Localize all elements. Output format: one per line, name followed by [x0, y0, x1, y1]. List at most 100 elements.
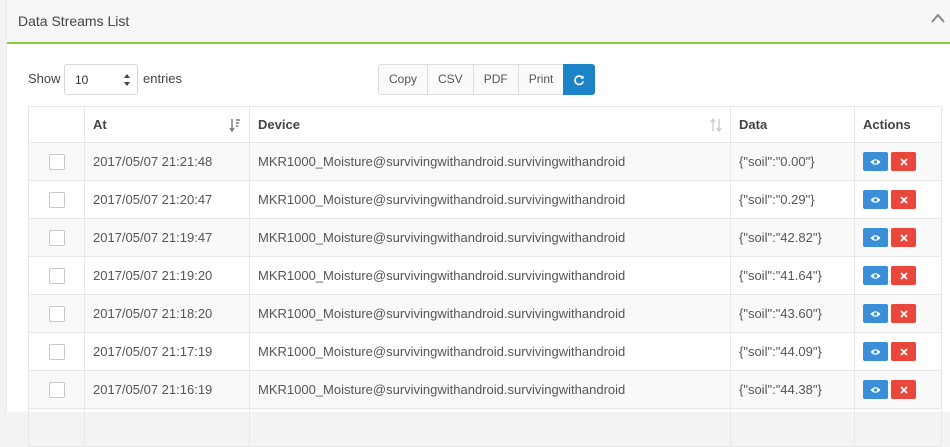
- column-header-at[interactable]: At: [84, 106, 250, 143]
- row-actions: [863, 190, 916, 209]
- panel-title: Data Streams List: [18, 13, 130, 29]
- close-icon: [899, 347, 908, 356]
- chevron-up-icon[interactable]: [931, 13, 945, 23]
- cell-device: MKR1000_Moisture@survivingwithandroid.su…: [249, 370, 731, 409]
- show-label: Show: [28, 71, 61, 86]
- delete-button[interactable]: [891, 228, 916, 247]
- copy-button[interactable]: Copy: [378, 64, 429, 95]
- delete-button[interactable]: [891, 380, 916, 399]
- print-button[interactable]: Print: [517, 64, 565, 95]
- row-select-cell: [28, 294, 85, 333]
- row-checkbox[interactable]: [48, 305, 65, 322]
- view-button[interactable]: [863, 190, 888, 209]
- row-select-cell: [28, 180, 85, 219]
- cell-at: 2017/05/07 21:21:48: [84, 142, 250, 181]
- delete-button[interactable]: [891, 152, 916, 171]
- view-button[interactable]: [863, 380, 888, 399]
- column-header-at-label: At: [93, 117, 107, 132]
- row-checkbox[interactable]: [48, 267, 65, 284]
- column-header-device-label: Device: [258, 117, 300, 132]
- cell-actions: [854, 142, 942, 181]
- cell-actions: [854, 218, 942, 257]
- eye-icon: [870, 158, 881, 165]
- cell-data: {"soil":"42.82"}: [730, 218, 855, 257]
- table-row: 2017/05/07 21:21:48 MKR1000_Moisture@surv…: [28, 142, 942, 181]
- delete-button[interactable]: [891, 266, 916, 285]
- view-button[interactable]: [863, 266, 888, 285]
- cell-at: 2017/05/07 21:17:19: [84, 332, 250, 371]
- table-header-row: At Device Data Actions: [28, 106, 942, 143]
- cell-device: MKR1000_Moisture@survivingwithandroid.su…: [249, 218, 731, 257]
- cell-data: {"soil":"0.00"}: [730, 142, 855, 181]
- close-icon: [899, 309, 908, 318]
- pdf-button[interactable]: PDF: [472, 64, 519, 95]
- csv-button[interactable]: CSV: [427, 64, 474, 95]
- table-row: [28, 408, 942, 447]
- select-arrows-icon: [124, 74, 130, 86]
- table-body: 2017/05/07 21:21:48 MKR1000_Moisture@surv…: [28, 142, 942, 447]
- cell-actions: [854, 370, 942, 409]
- refresh-button[interactable]: [563, 64, 596, 95]
- row-checkbox[interactable]: [48, 191, 65, 208]
- table-row: 2017/05/07 21:20:47 MKR1000_Moisture@surv…: [28, 180, 942, 219]
- eye-icon: [870, 272, 881, 279]
- cell-device: MKR1000_Moisture@survivingwithandroid.su…: [249, 294, 731, 333]
- table-row: 2017/05/07 21:18:20 MKR1000_Moisture@surv…: [28, 294, 942, 333]
- entries-label: entries: [143, 71, 183, 86]
- cell-at: 2017/05/07 21:19:20: [84, 256, 250, 295]
- cell-at: 2017/05/07 21:19:47: [84, 218, 250, 257]
- table-row: 2017/05/07 21:19:47 MKR1000_Moisture@surv…: [28, 218, 942, 257]
- view-button[interactable]: [863, 152, 888, 171]
- eye-icon: [870, 196, 881, 203]
- column-header-actions: Actions: [854, 106, 942, 143]
- data-streams-panel: Data Streams List Show 10 entries Copy C…: [6, 0, 950, 447]
- view-button[interactable]: [863, 228, 888, 247]
- cell-data: {"soil":"43.60"}: [730, 294, 855, 333]
- table-row: 2017/05/07 21:16:19 MKR1000_Moisture@surv…: [28, 370, 942, 409]
- cell-data: {"soil":"0.29"}: [730, 180, 855, 219]
- refresh-icon: [574, 74, 585, 85]
- cell-data: {"soil":"44.38"}: [730, 370, 855, 409]
- cell-actions: [854, 408, 942, 447]
- row-actions: [863, 266, 916, 285]
- row-actions: [863, 228, 916, 247]
- row-checkbox[interactable]: [48, 343, 65, 360]
- row-checkbox[interactable]: [48, 381, 65, 398]
- cell-device: MKR1000_Moisture@survivingwithandroid.su…: [249, 142, 731, 181]
- row-checkbox[interactable]: [48, 153, 65, 170]
- cell-data: {"soil":"44.09"}: [730, 332, 855, 371]
- cell-device: MKR1000_Moisture@survivingwithandroid.su…: [249, 256, 731, 295]
- row-select-cell: [28, 370, 85, 409]
- data-streams-table: At Device Data Actions 2017/05/07 21:21:…: [28, 106, 942, 447]
- cell-device: MKR1000_Moisture@survivingwithandroid.su…: [249, 332, 731, 371]
- row-select-cell: [28, 408, 85, 447]
- page-length-value: 10: [75, 73, 89, 87]
- select-column-header: [28, 106, 85, 143]
- cell-actions: [854, 180, 942, 219]
- cell-actions: [854, 294, 942, 333]
- close-icon: [899, 385, 908, 394]
- row-actions: [863, 304, 916, 323]
- view-button[interactable]: [863, 342, 888, 361]
- close-icon: [899, 233, 908, 242]
- cell-actions: [854, 332, 942, 371]
- row-checkbox[interactable]: [48, 229, 65, 246]
- eye-icon: [870, 386, 881, 393]
- delete-button[interactable]: [891, 304, 916, 323]
- column-header-device[interactable]: Device: [249, 106, 731, 143]
- page-length-select[interactable]: 10: [64, 64, 138, 95]
- view-button[interactable]: [863, 304, 888, 323]
- row-select-cell: [28, 256, 85, 295]
- eye-icon: [870, 310, 881, 317]
- row-select-cell: [28, 332, 85, 371]
- row-actions: [863, 380, 916, 399]
- delete-button[interactable]: [891, 342, 916, 361]
- sort-desc-icon: [229, 119, 240, 132]
- delete-button[interactable]: [891, 190, 916, 209]
- export-button-group: Copy CSV PDF Print: [378, 64, 596, 95]
- panel-header: Data Streams List: [7, 0, 950, 44]
- cell-data: [730, 408, 855, 447]
- row-actions: [863, 152, 916, 171]
- sort-icon: [710, 118, 722, 132]
- close-icon: [899, 195, 908, 204]
